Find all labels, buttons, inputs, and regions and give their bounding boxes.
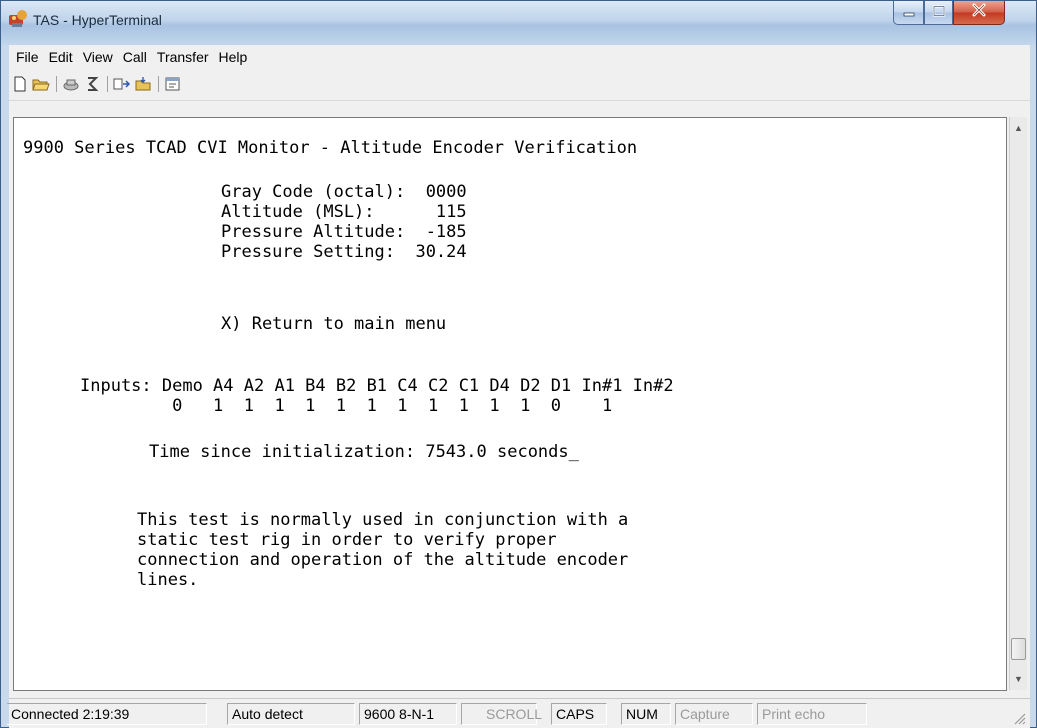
new-connection-icon[interactable] [11, 75, 29, 93]
status-connected: Connected 2:19:39 [7, 703, 207, 725]
vertical-scrollbar[interactable]: ▲ ▼ [1009, 117, 1027, 690]
status-bar: Connected 2:19:39 Auto detect 9600 8-N-1… [7, 698, 1030, 728]
title-bar[interactable]: TAS - HyperTerminal [1, 1, 1036, 45]
status-print-echo: Print echo [757, 703, 867, 725]
note-line: This test is normally used in conjunctio… [137, 510, 629, 530]
altitude-msl-line: Altitude (MSL): 115 [221, 202, 467, 222]
menu-bar: File Edit View Call Transfer Help [9, 45, 1030, 69]
toolbar-separator [56, 76, 57, 92]
toolbar-separator [158, 76, 159, 92]
close-button[interactable] [953, 1, 1005, 25]
scroll-up-icon[interactable]: ▲ [1014, 123, 1023, 133]
note-line: lines. [137, 570, 199, 590]
pressure-setting-line: Pressure Setting: 30.24 [221, 242, 467, 262]
maximize-icon [932, 4, 946, 22]
resize-grip-icon[interactable] [1012, 711, 1026, 725]
menu-file[interactable]: File [11, 49, 44, 65]
gray-code-line: Gray Code (octal): 0000 [221, 182, 467, 202]
terminal-header: 9900 Series TCAD CVI Monitor - Altitude … [23, 138, 638, 158]
send-icon[interactable] [113, 75, 131, 93]
toolbar-separator [107, 76, 108, 92]
status-port-settings: 9600 8-N-1 [359, 703, 457, 725]
return-main-menu-option: X) Return to main menu [221, 314, 447, 334]
hyperterminal-app-icon[interactable] [7, 9, 29, 29]
inputs-labels-line: Inputs: Demo A4 A2 A1 B4 B2 B1 C4 C2 C1 … [80, 376, 674, 396]
maximize-button[interactable] [924, 1, 953, 25]
window-title: TAS - HyperTerminal [33, 12, 162, 28]
menu-edit[interactable]: Edit [44, 49, 78, 65]
properties-icon[interactable] [164, 75, 182, 93]
hyperterminal-window: TAS - HyperTerminal File Edit View Call … [0, 0, 1037, 728]
scrollbar-thumb[interactable] [1011, 638, 1026, 660]
toolbar [9, 69, 1030, 101]
open-icon[interactable] [32, 75, 50, 93]
minimize-button[interactable] [893, 1, 924, 25]
inputs-values-line: 0 1 1 1 1 1 1 1 1 1 1 1 0 1 [80, 396, 613, 416]
menu-view[interactable]: View [78, 49, 118, 65]
receive-icon[interactable] [134, 75, 152, 93]
status-num: NUM [621, 703, 671, 725]
menu-call[interactable]: Call [118, 49, 152, 65]
status-scroll: SCROLL [461, 703, 542, 725]
minimize-icon [902, 4, 916, 22]
close-icon [971, 3, 987, 22]
note-line: connection and operation of the altitude… [137, 550, 629, 570]
time-since-init-line: Time since initialization: 7543.0 second… [149, 442, 579, 462]
terminal-screen[interactable]: 9900 Series TCAD CVI Monitor - Altitude … [13, 117, 1007, 691]
disconnect-icon[interactable] [62, 75, 80, 93]
menu-transfer[interactable]: Transfer [152, 49, 214, 65]
note-line: static test rig in order to verify prope… [137, 530, 557, 550]
scroll-down-icon[interactable]: ▼ [1014, 674, 1023, 684]
menu-help[interactable]: Help [214, 49, 253, 65]
pressure-altitude-line: Pressure Altitude: -185 [221, 222, 467, 242]
status-caps: CAPS [551, 703, 607, 725]
dial-icon[interactable] [83, 75, 101, 93]
status-capture: Capture [675, 703, 753, 725]
status-auto-detect: Auto detect [227, 703, 355, 725]
